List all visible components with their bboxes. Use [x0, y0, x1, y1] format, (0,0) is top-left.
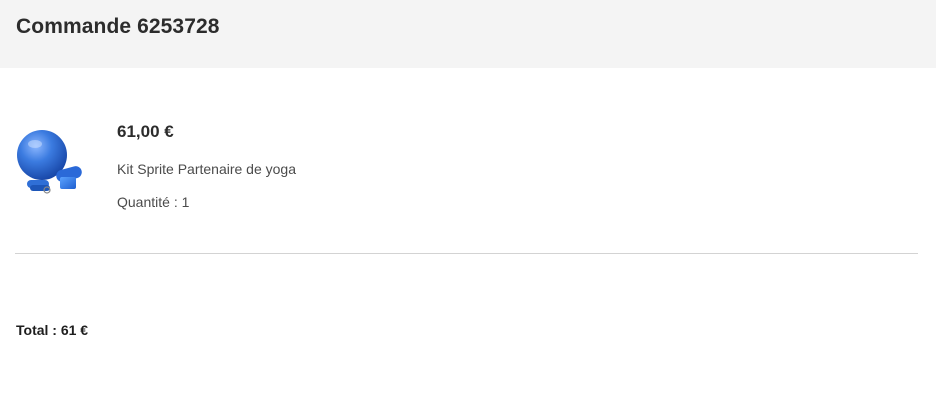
item-quantity: Quantité : 1: [117, 194, 189, 210]
item-price: 61,00 €: [117, 122, 174, 141]
page-title: Commande 6253728: [16, 15, 220, 38]
order-line-item: 61,00 € Kit Sprite Partenaire de yoga Qu…: [0, 68, 936, 254]
item-name: Kit Sprite Partenaire de yoga: [117, 161, 296, 177]
divider: [15, 253, 918, 254]
order-total: Total : 61 €: [16, 322, 89, 338]
quantity-value: 1: [181, 194, 190, 210]
product-image: [16, 130, 88, 202]
yoga-kit-icon: [17, 130, 82, 194]
order-header: Commande 6253728: [0, 0, 936, 68]
quantity-label: Quantité :: [117, 194, 182, 210]
